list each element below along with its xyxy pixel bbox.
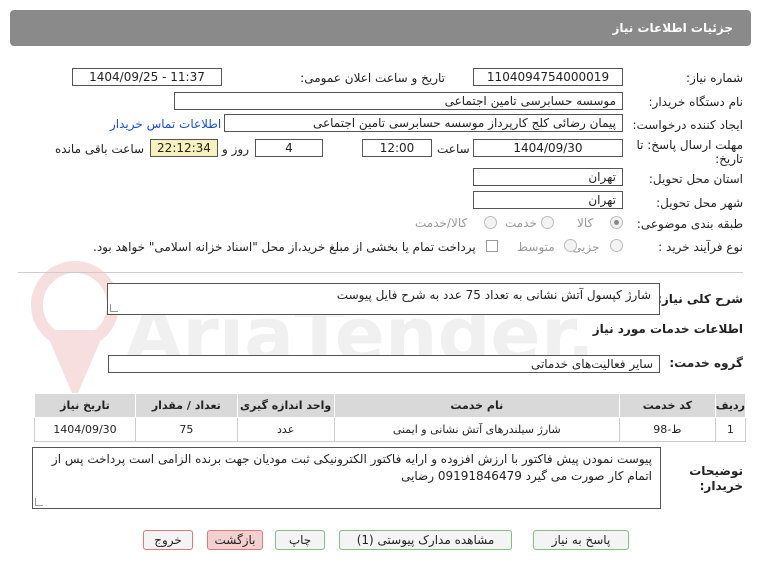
process-radio-medium[interactable]	[564, 239, 577, 252]
summary-text: شارژ کپسول آتش نشانی به تعداد 75 عدد به …	[336, 288, 651, 302]
buyer-notes-label-2: خریدار:	[699, 479, 743, 493]
category-option-goods: کالا	[577, 216, 594, 230]
category-radio-goods-service[interactable]	[484, 216, 497, 229]
buyer-notes-label: توضیحات	[689, 464, 743, 478]
category-radio-goods[interactable]	[610, 216, 623, 229]
days-label: روز و	[222, 142, 249, 156]
announce-label: تاریخ و ساعت اعلان عمومی:	[300, 71, 445, 85]
reply-button[interactable]: پاسخ به نیاز	[533, 530, 629, 550]
col-need-date: تاریخ نیاز	[34, 393, 136, 418]
resize-handle-icon[interactable]	[35, 498, 43, 506]
col-service-code: کد خدمت	[618, 393, 716, 418]
announce-field: 1404/09/25 - 11:37	[72, 68, 222, 86]
deadline-time-field: 12:00	[362, 139, 432, 157]
category-option-service: خدمت	[505, 216, 537, 230]
section-divider	[18, 272, 743, 273]
col-quantity: تعداد / مقدار	[134, 393, 238, 418]
exit-button[interactable]: خروج	[143, 530, 193, 550]
buyer-org-label: نام دستگاه خریدار:	[648, 95, 744, 109]
cell-quantity: 75	[134, 417, 238, 442]
buyer-notes-text: پیوست نمودن پیش فاکتور با ارزش افزوده و …	[51, 452, 652, 483]
city-field: تهران	[473, 191, 623, 209]
deadline-date-field: 1404/09/30	[473, 139, 623, 157]
col-row: ردیف	[714, 393, 747, 418]
payment-note: پرداخت تمام یا بخشی از مبلغ خرید،از محل …	[93, 240, 476, 254]
view-attachments-button[interactable]: مشاهده مدارک پیوستی (1)	[339, 530, 512, 550]
process-label: نوع فرآیند خرید :	[658, 240, 743, 254]
remaining-label: ساعت باقی مانده	[55, 142, 145, 156]
category-option-goods-service: کالا/خدمت	[415, 216, 468, 230]
print-button[interactable]: چاپ	[275, 530, 325, 550]
cell-row: 1	[714, 417, 747, 442]
table-header-row: ردیف کد خدمت نام خدمت واحد اندازه گیری ت…	[34, 393, 747, 418]
cell-service-name: شارژ سیلندرهای آتش نشانی و ایمنی	[333, 417, 620, 442]
contact-buyer-link[interactable]: اطلاعات تماس خریدار	[110, 117, 221, 131]
category-radio-service[interactable]	[541, 216, 554, 229]
page-title: جزئیات اطلاعات نیاز	[612, 21, 733, 35]
process-radio-minor[interactable]	[610, 239, 623, 252]
cell-need-date: 1404/09/30	[34, 417, 136, 442]
deadline-label-2: تاریخ:	[715, 152, 743, 166]
page-header: جزئیات اطلاعات نیاز	[10, 10, 751, 46]
requester-label: ایجاد کننده درخواست:	[632, 118, 743, 132]
watermark-pin-icon	[31, 261, 119, 400]
cell-unit: عدد	[236, 417, 335, 442]
buyer-org-field: موسسه حسابرسی تامین اجتماعی	[174, 92, 623, 110]
city-label: شهر محل تحویل:	[656, 196, 743, 210]
table-row: 1 ط-98 شارژ سیلندرهای آتش نشانی و ایمنی …	[34, 417, 747, 442]
process-option-medium: متوسط	[517, 240, 555, 254]
services-section-title: اطلاعات خدمات مورد نیاز	[592, 322, 743, 336]
treasury-payment-checkbox[interactable]	[486, 240, 498, 252]
deadline-label: مهلت ارسال پاسخ: تا	[636, 138, 743, 152]
buyer-notes-textbox: پیوست نمودن پیش فاکتور با ارزش افزوده و …	[32, 447, 661, 509]
time-label: ساعت	[437, 142, 470, 156]
cell-service-code: ط-98	[618, 417, 716, 442]
summary-label: شرح کلی نیاز:	[657, 292, 743, 306]
col-unit: واحد اندازه گیری	[236, 393, 335, 418]
requester-field: پیمان رضائی کلج کارپرداز موسسه حسابرسی ت…	[224, 114, 623, 132]
days-field: 4	[255, 139, 323, 157]
province-field: تهران	[473, 168, 623, 186]
service-group-field: سایر فعالیت‌های خدماتی	[108, 355, 660, 373]
province-label: استان محل تحویل:	[648, 172, 743, 186]
back-button[interactable]: بازگشت	[207, 530, 263, 550]
service-group-label: گروه خدمت:	[669, 356, 743, 370]
remaining-time-field: 22:12:34	[150, 139, 218, 157]
col-service-name: نام خدمت	[333, 393, 620, 418]
summary-textbox: شارژ کپسول آتش نشانی به تعداد 75 عدد به …	[107, 283, 660, 315]
need-number-field: 1104094754000019	[473, 68, 623, 86]
services-table: ردیف کد خدمت نام خدمت واحد اندازه گیری ت…	[34, 393, 747, 442]
category-label: طبقه بندی موضوعی:	[636, 217, 743, 231]
watermark-logo: AriaTender.neT	[31, 261, 590, 400]
need-number-label: شماره نیاز:	[686, 71, 743, 85]
resize-handle-icon[interactable]	[110, 304, 118, 312]
